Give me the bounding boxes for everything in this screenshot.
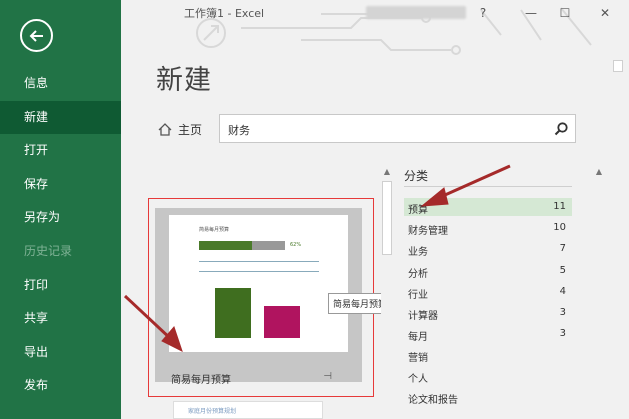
category-item[interactable]: 财务管理 10 [404,219,572,237]
categories-scrollbar[interactable]: ▲ [593,166,606,419]
sidebar-item-save-as[interactable]: 另存为 [0,201,121,234]
template-search-input[interactable]: 财务 [219,114,576,143]
category-item[interactable]: 营销 [404,346,572,364]
category-item[interactable]: 业务 7 [404,240,572,258]
account-name-redacted [366,6,466,19]
sidebar-item-info[interactable]: 信息 [0,67,121,100]
back-button[interactable] [20,19,53,52]
categories-heading: 分类 [404,169,429,183]
page-title: 新建 [156,65,212,96]
thumb-percent: 62% [290,242,302,248]
close-button[interactable]: ✕ [593,3,617,23]
category-name: 计算器 [408,311,438,322]
category-item[interactable]: 论文和报告 [404,388,572,406]
template-thumbnail: 简易每月预算 62% [169,215,348,352]
home-icon [158,123,172,136]
sidebar-item-open[interactable]: 打开 [0,134,121,167]
page-scrollbar[interactable] [612,60,625,419]
sidebar-item-export[interactable]: 导出 [0,336,121,369]
scrollbar-thumb[interactable] [613,60,623,72]
category-count: 10 [553,222,566,233]
category-name: 每月 [408,332,428,343]
template-2-name: 家庭月份预算规划 [188,408,237,415]
thumb-bar-green [215,288,251,338]
pin-icon[interactable]: ⊣ [323,371,332,382]
categories-divider [404,186,572,187]
template-name: 简易每月预算 [171,375,231,386]
minimize-button[interactable]: — [519,3,543,23]
category-name: 论文和报告 [408,395,458,406]
maximize-button[interactable]: ☐ [553,3,577,23]
category-count: 11 [553,201,566,212]
category-name: 预算 [408,205,428,216]
category-count: 7 [559,243,566,254]
category-count: 3 [559,328,566,339]
search-value: 财务 [228,124,250,137]
category-name: 财务管理 [408,226,448,237]
category-name: 个人 [408,374,428,385]
home-label: 主页 [178,123,203,137]
thumb-table-lines [199,261,319,272]
category-name: 分析 [408,269,428,280]
title-bar: 工作簿1 - Excel ? — ☐ ✕ [121,0,629,27]
sidebar-item-publish[interactable]: 发布 [0,369,121,402]
help-button[interactable]: ? [471,3,495,23]
annotation-arrow-category [435,164,511,201]
thumb-progress-fill [199,241,253,250]
category-item[interactable]: 行业 4 [404,283,572,301]
document-title: 工作簿1 - Excel [184,7,265,20]
sidebar-item-new[interactable]: 新建 [0,101,121,134]
category-count: 5 [559,265,566,276]
scrollbar-thumb[interactable] [382,181,392,255]
category-count: 3 [559,307,566,318]
thumb-bar-magenta [264,306,300,338]
category-name: 行业 [408,290,428,301]
category-name: 业务 [408,247,428,258]
category-item[interactable]: 个人 [404,367,572,385]
category-item[interactable]: 分析 5 [404,262,572,280]
category-item[interactable]: 计算器 3 [404,304,572,322]
thumb-progress-bar [199,241,285,250]
sidebar-item-share[interactable]: 共享 [0,302,121,335]
category-item[interactable] [404,408,572,419]
backstage-sidebar: 信息 新建 打开 保存 另存为 历史记录 打印 共享 导出 发布 [0,0,121,419]
templates-scrollbar[interactable]: ▲ [381,166,394,419]
template-tile-2[interactable]: 家庭月份预算规划 [173,401,323,419]
category-count: 4 [559,286,566,297]
sidebar-item-history: 历史记录 [24,244,73,258]
home-link[interactable]: 主页 [158,121,202,138]
back-arrow-icon [29,29,43,42]
category-item[interactable]: 每月 3 [404,325,572,343]
search-icon[interactable] [553,121,569,137]
scroll-up-arrow-icon[interactable]: ▲ [381,166,393,178]
category-name: 营销 [408,353,428,364]
sidebar-item-save[interactable]: 保存 [0,168,121,201]
scroll-up-arrow-icon[interactable]: ▲ [593,166,605,178]
thumb-title: 简易每月预算 [199,227,230,233]
category-item[interactable]: 预算 11 [404,198,572,216]
sidebar-item-print[interactable]: 打印 [0,269,121,302]
